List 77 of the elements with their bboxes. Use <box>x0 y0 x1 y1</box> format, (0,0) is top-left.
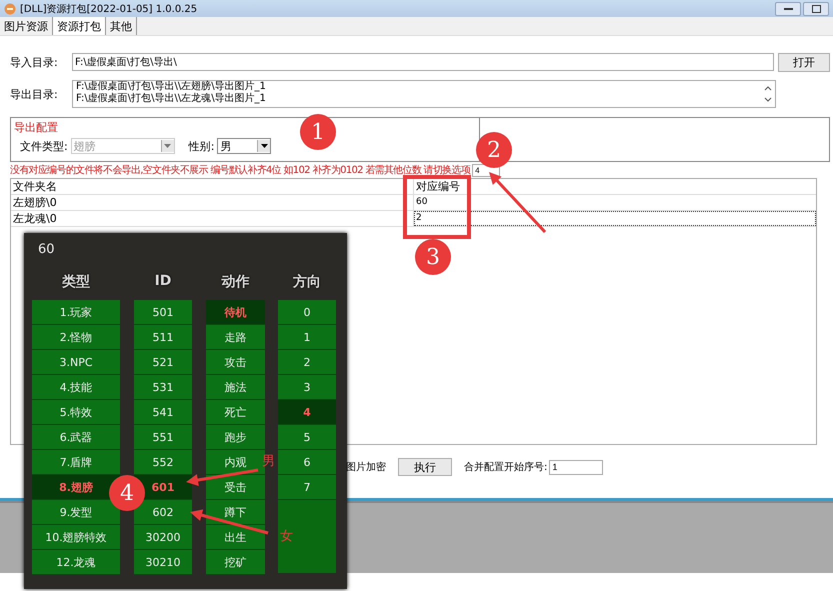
option-cell: 551 <box>134 425 192 450</box>
gender-dropdown[interactable]: 男 <box>217 138 272 154</box>
caret-icon <box>260 144 268 148</box>
option-cell: 待机 <box>206 300 265 325</box>
tab[interactable]: 资源打包 <box>53 17 106 35</box>
option-cell: 602 <box>134 500 192 525</box>
import-dir-field[interactable]: F:\虚假桌面\打包\导出\ <box>72 53 774 71</box>
option-cell: 30210 <box>134 550 192 575</box>
highlight-frame <box>403 175 471 239</box>
option-cell: 死亡 <box>206 400 265 425</box>
option-cell: 挖矿 <box>206 550 265 575</box>
option-cell: 521 <box>134 350 192 375</box>
field-label: 文件类型: <box>20 138 68 154</box>
option-cell: 攻击 <box>206 350 265 375</box>
field-label: 导出目录: <box>10 86 59 102</box>
minimize-icon <box>784 7 792 10</box>
option-cell: 10.翅膀特效 <box>32 525 120 550</box>
maximize-icon <box>812 4 820 12</box>
table-cell[interactable]: 2 <box>414 211 816 226</box>
caret-icon <box>164 144 172 148</box>
encrypt-label: 图片加密 <box>346 460 386 474</box>
group-title: 导出配置 <box>14 120 58 135</box>
start-index-field[interactable]: 1 <box>549 460 604 474</box>
column-header: 动作 <box>220 273 250 291</box>
app-icon <box>4 2 16 14</box>
option-cell: 30200 <box>134 525 192 550</box>
option-cell: 蹲下 <box>206 500 265 525</box>
number-text: 60 <box>38 242 55 257</box>
option-cell: 受击 <box>206 475 265 500</box>
scroll-arrows-icon[interactable] <box>764 84 772 104</box>
annotation-label: 女 <box>280 528 293 545</box>
option-cell: 7 <box>278 475 336 500</box>
maximize-button[interactable] <box>803 2 829 16</box>
column-header: 文件夹名 <box>11 179 414 194</box>
column-header: 类型 <box>61 273 91 291</box>
option-cell: 3.NPC <box>32 350 120 375</box>
export-dir-field[interactable]: F:\虚假桌面\打包\导出\\左翅膀\导出图片_1 F:\虚假桌面\打包\导出\\左龙魂\导出图片_1 <box>72 80 776 108</box>
run-button[interactable]: 执行 <box>398 458 452 476</box>
option-cell: 1 <box>278 325 336 350</box>
option-cell: 2.怪物 <box>32 325 120 350</box>
field-label: 导入目录: <box>10 54 59 70</box>
annotation-label: 男 <box>262 453 275 470</box>
option-cell: 501 <box>134 300 192 325</box>
table-cell[interactable]: 左翅膀\0 <box>11 195 414 210</box>
field-label: 性别: <box>188 138 214 154</box>
table-cell[interactable]: 60 <box>414 195 816 210</box>
option-cell: 跑步 <box>206 425 265 450</box>
option-cell: 6 <box>278 450 336 475</box>
option-cell: 6.武器 <box>32 425 120 450</box>
table-cell[interactable]: 左龙魂\0 <box>11 211 414 226</box>
option-cell: 12.龙魂 <box>32 550 120 575</box>
column-header: ID <box>154 273 172 289</box>
column-header: 对应编号 <box>415 179 461 194</box>
option-cell: 4.技能 <box>32 375 120 400</box>
option-cell: 3 <box>278 375 336 400</box>
note-text: 没有对应编号的文件将不会导出,空文件夹不展示 编号默认补齐4位 如102 补齐为0102 若需其他位数 请切换选项 <box>10 164 470 177</box>
option-cell: 9.发型 <box>32 500 120 525</box>
option-cell: 7.盾牌 <box>32 450 120 475</box>
option-cell: 5.特效 <box>32 400 120 425</box>
minimize-button[interactable] <box>775 2 801 16</box>
option-cell: 4 <box>278 400 336 425</box>
option-cell: 2 <box>278 350 336 375</box>
option-cell: 5 <box>278 425 336 450</box>
field-label: 合并配置开始序号: <box>464 460 548 474</box>
column-header: 方向 <box>292 273 322 291</box>
open-button[interactable]: 打开 <box>778 52 830 72</box>
option-cell: 0 <box>278 300 336 325</box>
option-cell: 走路 <box>206 325 265 350</box>
option-cell: 施法 <box>206 375 265 400</box>
option-cell: 出生 <box>206 525 265 550</box>
option-cell: 552 <box>134 450 192 475</box>
arrow <box>489 172 546 234</box>
option-cell: 1.玩家 <box>32 300 120 325</box>
option-cell: 511 <box>134 325 192 350</box>
window-title: [DLL]资源打包[2022-01-05] 1.0.0.25 <box>20 2 198 16</box>
option-cell: 541 <box>134 400 192 425</box>
option-cell: 531 <box>134 375 192 400</box>
